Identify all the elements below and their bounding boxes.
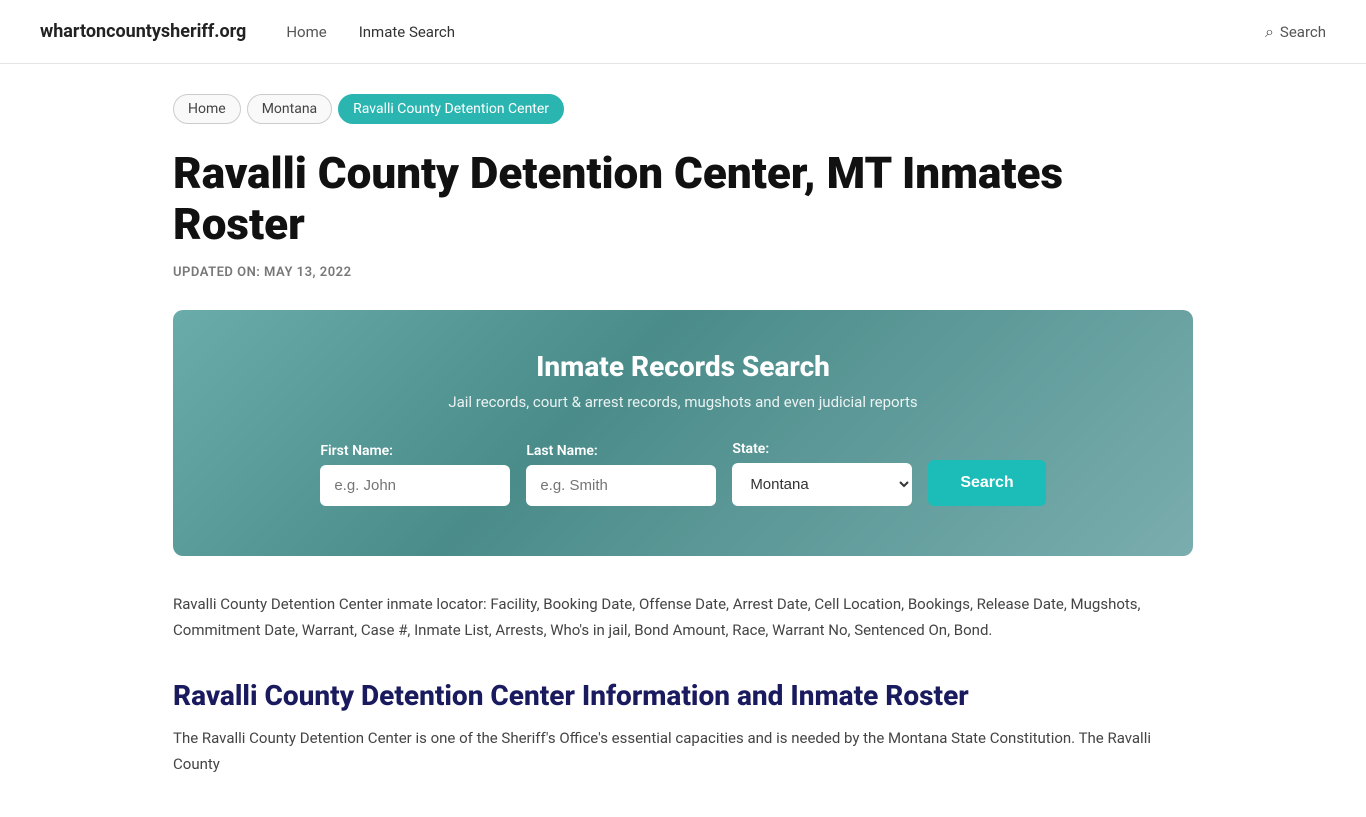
first-name-group: First Name:: [320, 443, 510, 506]
header-left: whartoncountysheriff.org Home Inmate Sea…: [40, 21, 455, 42]
search-section-title: Inmate Records Search: [203, 350, 1163, 383]
search-icon: ⌕: [1265, 22, 1274, 42]
first-name-label: First Name:: [320, 443, 393, 459]
header-search-button[interactable]: ⌕ Search: [1265, 22, 1326, 42]
state-select[interactable]: MontanaAlabamaAlaskaArizonaArkansasCalif…: [732, 463, 912, 506]
site-title[interactable]: whartoncountysheriff.org: [40, 21, 246, 42]
breadcrumb-current[interactable]: Ravalli County Detention Center: [338, 94, 564, 124]
breadcrumb-montana[interactable]: Montana: [247, 94, 332, 124]
search-button[interactable]: Search: [928, 460, 1045, 506]
description-text: Ravalli County Detention Center inmate l…: [173, 592, 1193, 643]
last-name-input[interactable]: [526, 465, 716, 506]
site-header: whartoncountysheriff.org Home Inmate Sea…: [0, 0, 1366, 64]
breadcrumb-home[interactable]: Home: [173, 94, 241, 124]
state-label: State:: [732, 441, 769, 457]
info-section-title: Ravalli County Detention Center Informat…: [173, 679, 1193, 712]
last-name-group: Last Name:: [526, 443, 716, 506]
main-nav: Home Inmate Search: [286, 23, 455, 41]
breadcrumb: Home Montana Ravalli County Detention Ce…: [173, 94, 1193, 124]
nav-home[interactable]: Home: [286, 23, 326, 41]
state-group: State: MontanaAlabamaAlaskaArizonaArkans…: [732, 441, 912, 506]
search-form: First Name: Last Name: State: MontanaAla…: [203, 441, 1163, 506]
last-name-label: Last Name:: [526, 443, 597, 459]
inmate-records-search-section: Inmate Records Search Jail records, cour…: [173, 310, 1193, 556]
first-name-input[interactable]: [320, 465, 510, 506]
info-section-body: The Ravalli County Detention Center is o…: [173, 726, 1193, 777]
search-section-subtitle: Jail records, court & arrest records, mu…: [203, 393, 1163, 411]
header-search-label: Search: [1280, 23, 1326, 41]
nav-inmate-search[interactable]: Inmate Search: [359, 23, 455, 41]
main-content: Home Montana Ravalli County Detention Ce…: [133, 64, 1233, 817]
page-title: Ravalli County Detention Center, MT Inma…: [173, 148, 1193, 249]
updated-date: UPDATED ON: MAY 13, 2022: [173, 265, 1193, 280]
